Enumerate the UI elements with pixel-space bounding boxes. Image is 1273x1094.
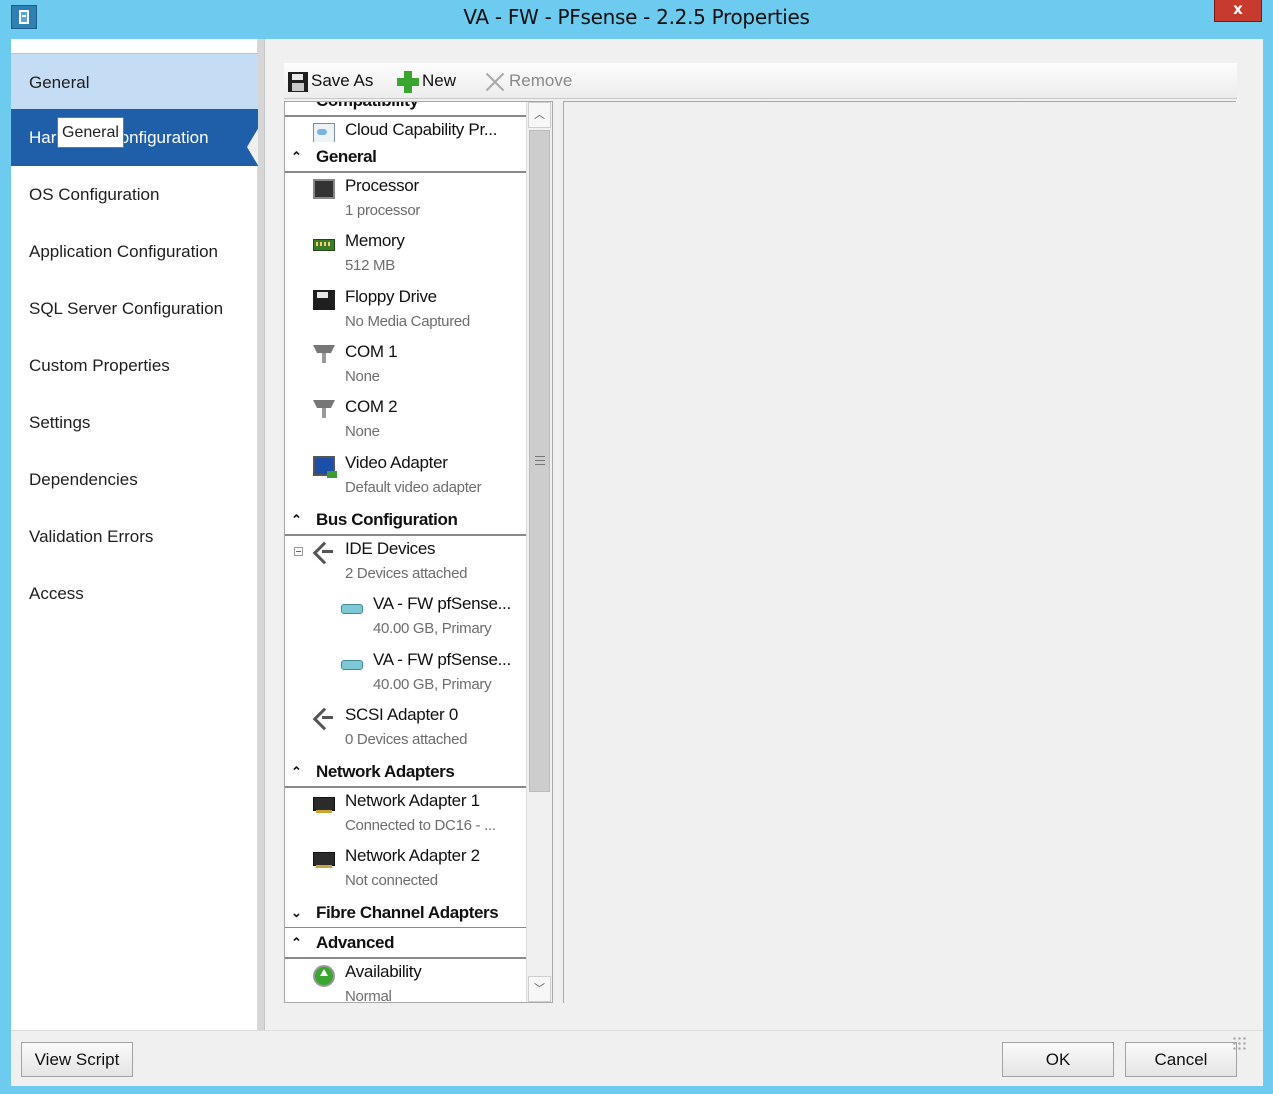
sidebar-item-validation-errors[interactable]: Validation Errors xyxy=(11,508,258,565)
list-item-scsi-adapter[interactable]: SCSI Adapter 0 0 Devices attached xyxy=(285,703,527,758)
list-item-com1[interactable]: COM 1 None xyxy=(285,340,527,395)
list-item-virtual-disk-1[interactable]: VA - FW pfSense... 40.00 GB, Primary xyxy=(285,592,527,647)
list-item-video-adapter[interactable]: Video Adapter Default video adapter xyxy=(285,451,527,506)
sidebar-item-dependencies[interactable]: Dependencies xyxy=(11,451,258,508)
sidebar-item-application-configuration[interactable]: Application Configuration xyxy=(11,223,258,280)
scroll-thumb[interactable] xyxy=(529,130,550,792)
ide-controller-icon xyxy=(313,542,333,562)
hard-disk-icon xyxy=(341,660,363,670)
serial-port-icon xyxy=(313,400,335,418)
serial-port-icon xyxy=(313,345,335,363)
sidebar-item-access[interactable]: Access xyxy=(11,565,258,622)
collapse-icon: ⌃ xyxy=(291,149,302,164)
vertical-scrollbar[interactable]: ︿ ﹀ xyxy=(526,102,552,1002)
toolbar: Save As New Remove xyxy=(284,63,1237,99)
dialog-client: General Hardware Configuration OS Config… xyxy=(11,39,1263,1086)
tooltip: General xyxy=(57,117,124,148)
scroll-up-icon[interactable]: ︿ xyxy=(528,102,551,128)
list-item-floppy-drive[interactable]: Floppy Drive No Media Captured xyxy=(285,285,527,340)
section-compatibility[interactable]: ⌃Compatibility xyxy=(285,102,527,117)
section-advanced[interactable]: ⌃ Advanced xyxy=(285,928,527,959)
save-as-label: Save As xyxy=(311,71,374,90)
sidebar-item-hardware-configuration[interactable]: Hardware Configuration xyxy=(11,109,258,166)
network-adapter-icon xyxy=(313,797,335,813)
section-general[interactable]: ⌃ General xyxy=(285,142,527,173)
remove-label: Remove xyxy=(509,71,573,90)
list-item-network-adapter-2[interactable]: Network Adapter 2 Not connected xyxy=(285,844,527,899)
remove-icon xyxy=(484,71,506,93)
view-script-button[interactable]: View Script xyxy=(21,1042,133,1077)
sidebar-item-sql-server-configuration[interactable]: SQL Server Configuration xyxy=(11,280,258,337)
sidebar-item-settings[interactable]: Settings xyxy=(11,394,258,451)
close-button[interactable]: x xyxy=(1214,0,1262,22)
section-fibre-channel-adapters[interactable]: ⌄ Fibre Channel Adapters xyxy=(285,898,527,929)
save-as-button[interactable]: Save As xyxy=(288,69,373,93)
cancel-button[interactable]: Cancel xyxy=(1125,1042,1237,1077)
list-item-virtual-disk-2[interactable]: VA - FW pfSense... 40.00 GB, Primary xyxy=(285,648,527,703)
detail-pane xyxy=(563,101,1236,1003)
list-item-com2[interactable]: COM 2 None xyxy=(285,395,527,450)
network-adapter-icon xyxy=(313,852,335,868)
list-item-memory[interactable]: Memory 512 MB xyxy=(285,229,527,284)
dialog-footer: View Script OK Cancel xyxy=(11,1030,1263,1086)
availability-icon xyxy=(313,965,335,987)
plus-icon xyxy=(397,70,419,93)
collapse-icon: ⌃ xyxy=(291,935,302,950)
scroll-down-icon[interactable]: ﹀ xyxy=(528,976,551,1002)
tree-collapse-icon[interactable] xyxy=(294,547,303,556)
sidebar-nav: General Hardware Configuration OS Config… xyxy=(11,39,259,1030)
collapse-icon: ⌃ xyxy=(291,512,302,527)
title-bar: VA - FW - PFsense - 2.2.5 Properties x xyxy=(0,0,1273,38)
collapse-icon: ⌃ xyxy=(291,764,302,779)
video-adapter-icon xyxy=(313,456,337,478)
grip-icon xyxy=(535,456,545,465)
list-item-ide-devices[interactable]: IDE Devices 2 Devices attached xyxy=(285,537,527,592)
new-label: New xyxy=(422,71,457,90)
list-item-processor[interactable]: Processor 1 processor xyxy=(285,174,527,229)
list-item-network-adapter-1[interactable]: Network Adapter 1 Connected to DC16 - ..… xyxy=(285,789,527,844)
save-icon xyxy=(288,71,308,92)
remove-button[interactable]: Remove xyxy=(484,69,572,93)
processor-icon xyxy=(313,179,335,199)
resize-grip-icon[interactable] xyxy=(1232,1036,1248,1052)
floppy-icon xyxy=(313,290,335,310)
cloud-capability-icon xyxy=(313,123,335,143)
sidebar-item-custom-properties[interactable]: Custom Properties xyxy=(11,337,258,394)
ok-button[interactable]: OK xyxy=(1002,1042,1114,1077)
scsi-adapter-icon xyxy=(313,708,333,728)
section-bus-configuration[interactable]: ⌃ Bus Configuration xyxy=(285,505,527,536)
memory-icon xyxy=(313,239,335,251)
window-title: VA - FW - PFsense - 2.2.5 Properties xyxy=(463,5,810,29)
splitter[interactable] xyxy=(258,39,265,1030)
new-button[interactable]: New xyxy=(397,69,456,93)
sidebar-item-os-configuration[interactable]: OS Configuration xyxy=(11,166,258,223)
sidebar-item-general[interactable]: General xyxy=(11,53,258,110)
properties-window: VA - FW - PFsense - 2.2.5 Properties x G… xyxy=(0,0,1273,1094)
hardware-list: ⌃Compatibility Cloud Capability Pr... ⌃G… xyxy=(284,101,553,1003)
hard-disk-icon xyxy=(341,604,363,614)
expand-icon: ⌄ xyxy=(291,905,302,920)
collapse-icon: ⌃ xyxy=(291,102,302,115)
section-network-adapters[interactable]: ⌃ Network Adapters xyxy=(285,757,527,788)
list-item-availability[interactable]: Availability Normal xyxy=(285,960,527,1002)
